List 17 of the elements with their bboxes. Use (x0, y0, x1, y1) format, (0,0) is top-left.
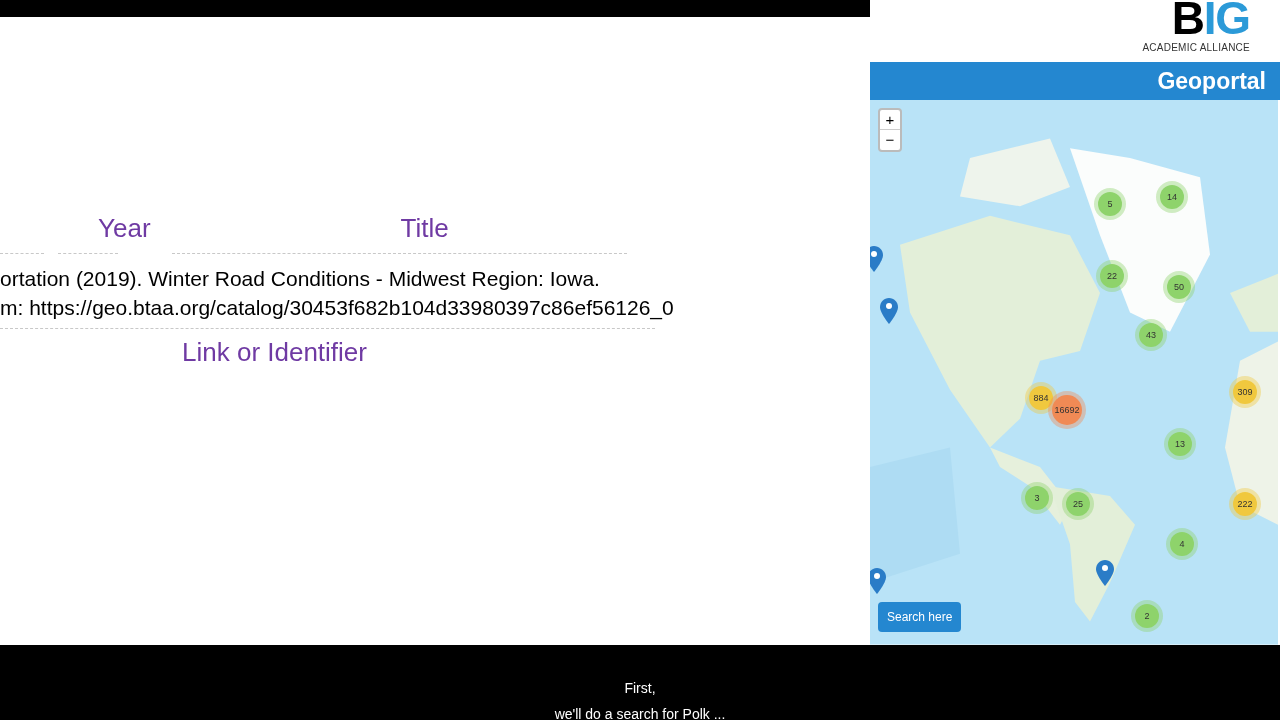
map-pin-icon[interactable] (870, 568, 886, 595)
citation-line: ortation (2019). Winter Road Conditions - Midwest Region: Iowa. (0, 266, 600, 292)
map-pin-icon[interactable] (880, 298, 898, 325)
search-here-button[interactable]: Search here (878, 602, 962, 632)
zoom-out-button[interactable]: − (880, 130, 900, 151)
link-heading: Link or Identifier (182, 337, 367, 367)
title-heading: Title (400, 213, 449, 243)
logo: BIG (1171, 0, 1250, 38)
logo-subtitle: ACADEMIC ALLIANCE (1142, 41, 1250, 55)
map-pin-icon[interactable] (870, 246, 883, 273)
citation-line: m: https://geo.btaa.org/catalog/30453f682b104d33980397c86ef56126_0 (0, 295, 674, 322)
caption-line: First, (624, 679, 656, 698)
portal-title: Geoportal (1157, 66, 1266, 96)
map-pin-icon[interactable] (1096, 560, 1114, 587)
year-heading: Year (98, 213, 151, 243)
caption-line: we'll do a search for Polk ... (554, 705, 726, 720)
zoom-in-button[interactable]: + (880, 110, 900, 131)
